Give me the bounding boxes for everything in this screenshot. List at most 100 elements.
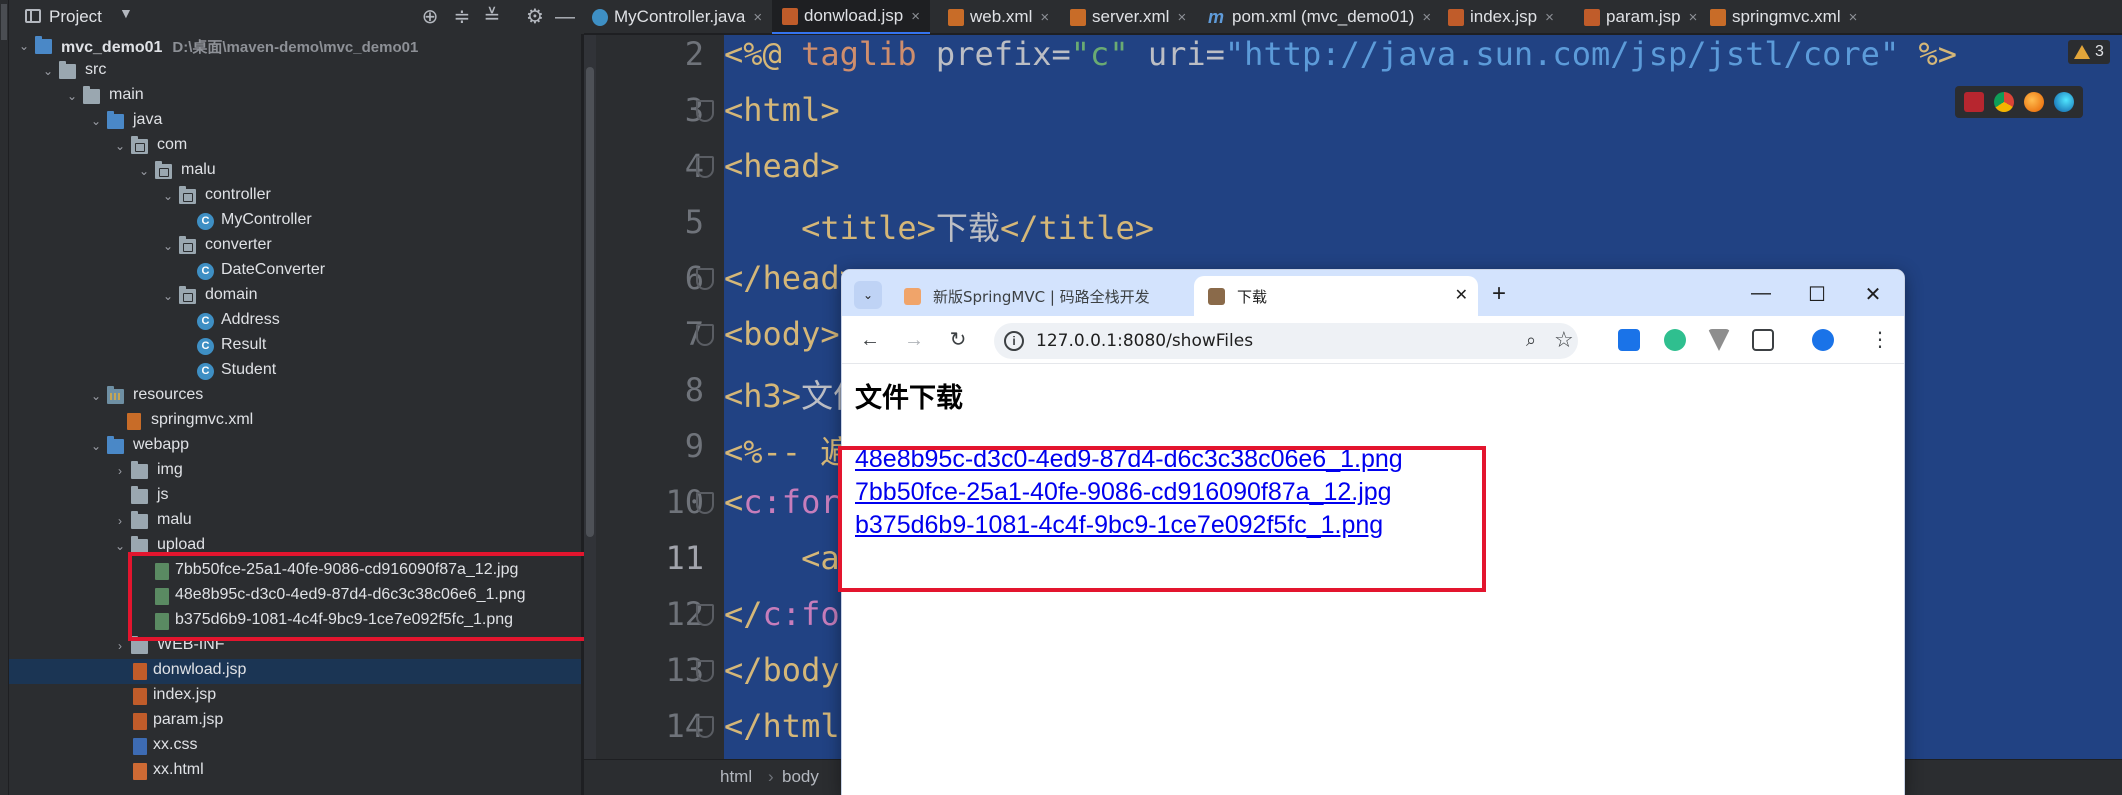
- project-scrollbar[interactable]: [584, 35, 596, 759]
- chevron-down-icon[interactable]: ⌄: [65, 84, 79, 109]
- tab-server-xml[interactable]: server.xml ×: [1070, 0, 1186, 34]
- intellij-browser-icon[interactable]: [1964, 92, 1984, 112]
- tree-item-folder[interactable]: ⌄ resources: [9, 384, 581, 409]
- chevron-right-icon[interactable]: ›: [113, 459, 127, 484]
- chevron-down-icon[interactable]: ⌄: [17, 34, 31, 59]
- tree-item-folder[interactable]: › WEB-INF: [9, 634, 581, 659]
- tab-search-button[interactable]: ⌄: [854, 281, 882, 309]
- close-icon[interactable]: ×: [1177, 9, 1186, 26]
- browser-tab-springmvc[interactable]: 新版SpringMVC | 码路全栈开发 ✕: [890, 276, 1218, 316]
- tree-item-package[interactable]: ⌄ domain: [9, 284, 581, 309]
- gear-icon[interactable]: ⚙: [521, 3, 549, 31]
- tree-item-file[interactable]: index.jsp: [9, 684, 581, 709]
- chrome-icon[interactable]: [1994, 92, 2014, 112]
- tree-item-file[interactable]: param.jsp: [9, 709, 581, 734]
- file-download-link[interactable]: b375d6b9-1081-4c4f-9bc9-1ce7e092f5fc_1.p…: [855, 511, 1383, 540]
- expand-all-icon[interactable]: ≑: [448, 3, 476, 31]
- tree-item-file[interactable]: 7bb50fce-25a1-40fe-9086-cd916090f87a_12.…: [9, 559, 581, 584]
- tree-item-file[interactable]: b375d6b9-1081-4c4f-9bc9-1ce7e092f5fc_1.p…: [9, 609, 581, 634]
- close-icon[interactable]: ×: [1545, 9, 1554, 26]
- tab-param-jsp[interactable]: param.jsp ×: [1584, 0, 1697, 34]
- close-window-button[interactable]: ✕: [1858, 282, 1888, 307]
- extensions-puzzle-icon[interactable]: [1752, 329, 1774, 351]
- bookmark-star-icon[interactable]: ☆: [1554, 327, 1574, 353]
- minimize-window-button[interactable]: —: [1746, 282, 1776, 305]
- chevron-right-icon[interactable]: ›: [113, 634, 127, 659]
- tree-item-class[interactable]: C DateConverter: [9, 259, 581, 284]
- edge-icon[interactable]: [2054, 92, 2074, 112]
- scrollbar-thumb[interactable]: [586, 67, 594, 537]
- tree-item-folder[interactable]: js: [9, 484, 581, 509]
- tree-item-folder[interactable]: › img: [9, 459, 581, 484]
- site-info-icon[interactable]: i: [1004, 331, 1024, 351]
- tree-item-package[interactable]: ⌄ converter: [9, 234, 581, 259]
- chevron-down-icon[interactable]: ⌄: [137, 159, 151, 184]
- chevron-down-icon[interactable]: ⌄: [161, 234, 175, 259]
- tab-donwload-jsp[interactable]: donwload.jsp ×: [772, 0, 931, 34]
- chevron-down-icon[interactable]: ⌄: [89, 109, 103, 134]
- chevron-down-icon[interactable]: ⌄: [113, 134, 127, 159]
- chevron-down-icon[interactable]: ⌄: [161, 184, 175, 209]
- firefox-icon[interactable]: [2024, 92, 2044, 112]
- close-icon[interactable]: ×: [753, 9, 762, 26]
- tree-item-package[interactable]: ⌄ controller: [9, 184, 581, 209]
- maximize-window-button[interactable]: ☐: [1802, 282, 1832, 307]
- extension-icon[interactable]: [1708, 329, 1730, 351]
- browser-tab-download[interactable]: 下载 ✕: [1194, 276, 1478, 316]
- tree-item-folder[interactable]: › malu: [9, 509, 581, 534]
- close-icon[interactable]: ×: [1689, 9, 1698, 26]
- tree-item-class[interactable]: C Address: [9, 309, 581, 334]
- tab-pom-xml[interactable]: m pom.xml (mvc_demo01) ×: [1208, 0, 1431, 34]
- zoom-icon[interactable]: ⌕: [1526, 330, 1536, 351]
- chevron-down-icon[interactable]: ⌄: [89, 434, 103, 459]
- close-icon[interactable]: ×: [1040, 9, 1049, 26]
- back-button[interactable]: ←: [856, 326, 884, 354]
- file-download-link[interactable]: 7bb50fce-25a1-40fe-9086-cd916090f87a_12.…: [855, 478, 1392, 507]
- tree-item-file[interactable]: xx.css: [9, 734, 581, 759]
- chevron-down-icon[interactable]: ⌄: [113, 534, 127, 559]
- close-icon[interactable]: ×: [1422, 9, 1431, 26]
- close-icon[interactable]: ✕: [1455, 285, 1468, 304]
- locate-icon[interactable]: ⊕: [416, 3, 444, 31]
- collapse-all-icon[interactable]: ≚: [478, 3, 506, 31]
- tree-item-folder[interactable]: ⌄ src: [9, 59, 581, 84]
- new-tab-button[interactable]: +: [1492, 280, 1506, 308]
- tab-web-xml[interactable]: web.xml ×: [948, 0, 1049, 34]
- chevron-down-icon[interactable]: ⌄: [41, 59, 55, 84]
- address-bar[interactable]: i 127.0.0.1:8080/showFiles ⌕ ☆: [994, 323, 1578, 359]
- warnings-indicator[interactable]: 3: [2068, 40, 2110, 64]
- tab-index-jsp[interactable]: index.jsp ×: [1448, 0, 1554, 34]
- tree-item-folder[interactable]: ⌄ main: [9, 84, 581, 109]
- breadcrumb-item-body[interactable]: body: [782, 767, 819, 787]
- reload-button[interactable]: ↻: [944, 326, 972, 354]
- fold-marker-icon[interactable]: [696, 324, 714, 346]
- fold-marker-icon[interactable]: [696, 604, 714, 626]
- tool-window-button[interactable]: [1, 4, 7, 40]
- breadcrumb-item-html[interactable]: html: [720, 767, 752, 787]
- tree-item-file[interactable]: springmvc.xml: [9, 409, 581, 434]
- tree-item-file[interactable]: 48e8b95c-d3c0-4ed9-87d4-d6c3c38c06e6_1.p…: [9, 584, 581, 609]
- minimize-icon[interactable]: —: [551, 3, 579, 31]
- fold-marker-icon[interactable]: [696, 100, 714, 122]
- extension-icon[interactable]: [1664, 329, 1686, 351]
- tree-item-file-selected[interactable]: donwload.jsp: [9, 659, 581, 684]
- tab-springmvc-xml[interactable]: springmvc.xml ×: [1710, 0, 1857, 34]
- tree-item-package[interactable]: ⌄ malu: [9, 159, 581, 184]
- tree-item-package[interactable]: ⌄ com: [9, 134, 581, 159]
- download-icon[interactable]: [1618, 329, 1640, 351]
- tree-item-folder[interactable]: ⌄ java: [9, 109, 581, 134]
- chevron-down-icon[interactable]: ⌄: [89, 384, 103, 409]
- project-panel-title[interactable]: Project: [49, 7, 102, 27]
- fold-marker-icon[interactable]: [696, 268, 714, 290]
- file-download-link[interactable]: 48e8b95c-d3c0-4ed9-87d4-d6c3c38c06e6_1.p…: [855, 445, 1403, 474]
- close-icon[interactable]: ×: [1849, 9, 1858, 26]
- fold-marker-icon[interactable]: [696, 716, 714, 738]
- address-url[interactable]: 127.0.0.1:8080/showFiles: [1036, 331, 1253, 351]
- profile-avatar[interactable]: [1812, 329, 1834, 351]
- tree-item-folder[interactable]: ⌄ webapp: [9, 434, 581, 459]
- chevron-down-icon[interactable]: ⌄: [161, 284, 175, 309]
- chevron-right-icon[interactable]: ›: [113, 509, 127, 534]
- tree-item-class[interactable]: C Student: [9, 359, 581, 384]
- tree-item-class[interactable]: C MyController: [9, 209, 581, 234]
- menu-kebab-icon[interactable]: ⋮: [1866, 326, 1894, 354]
